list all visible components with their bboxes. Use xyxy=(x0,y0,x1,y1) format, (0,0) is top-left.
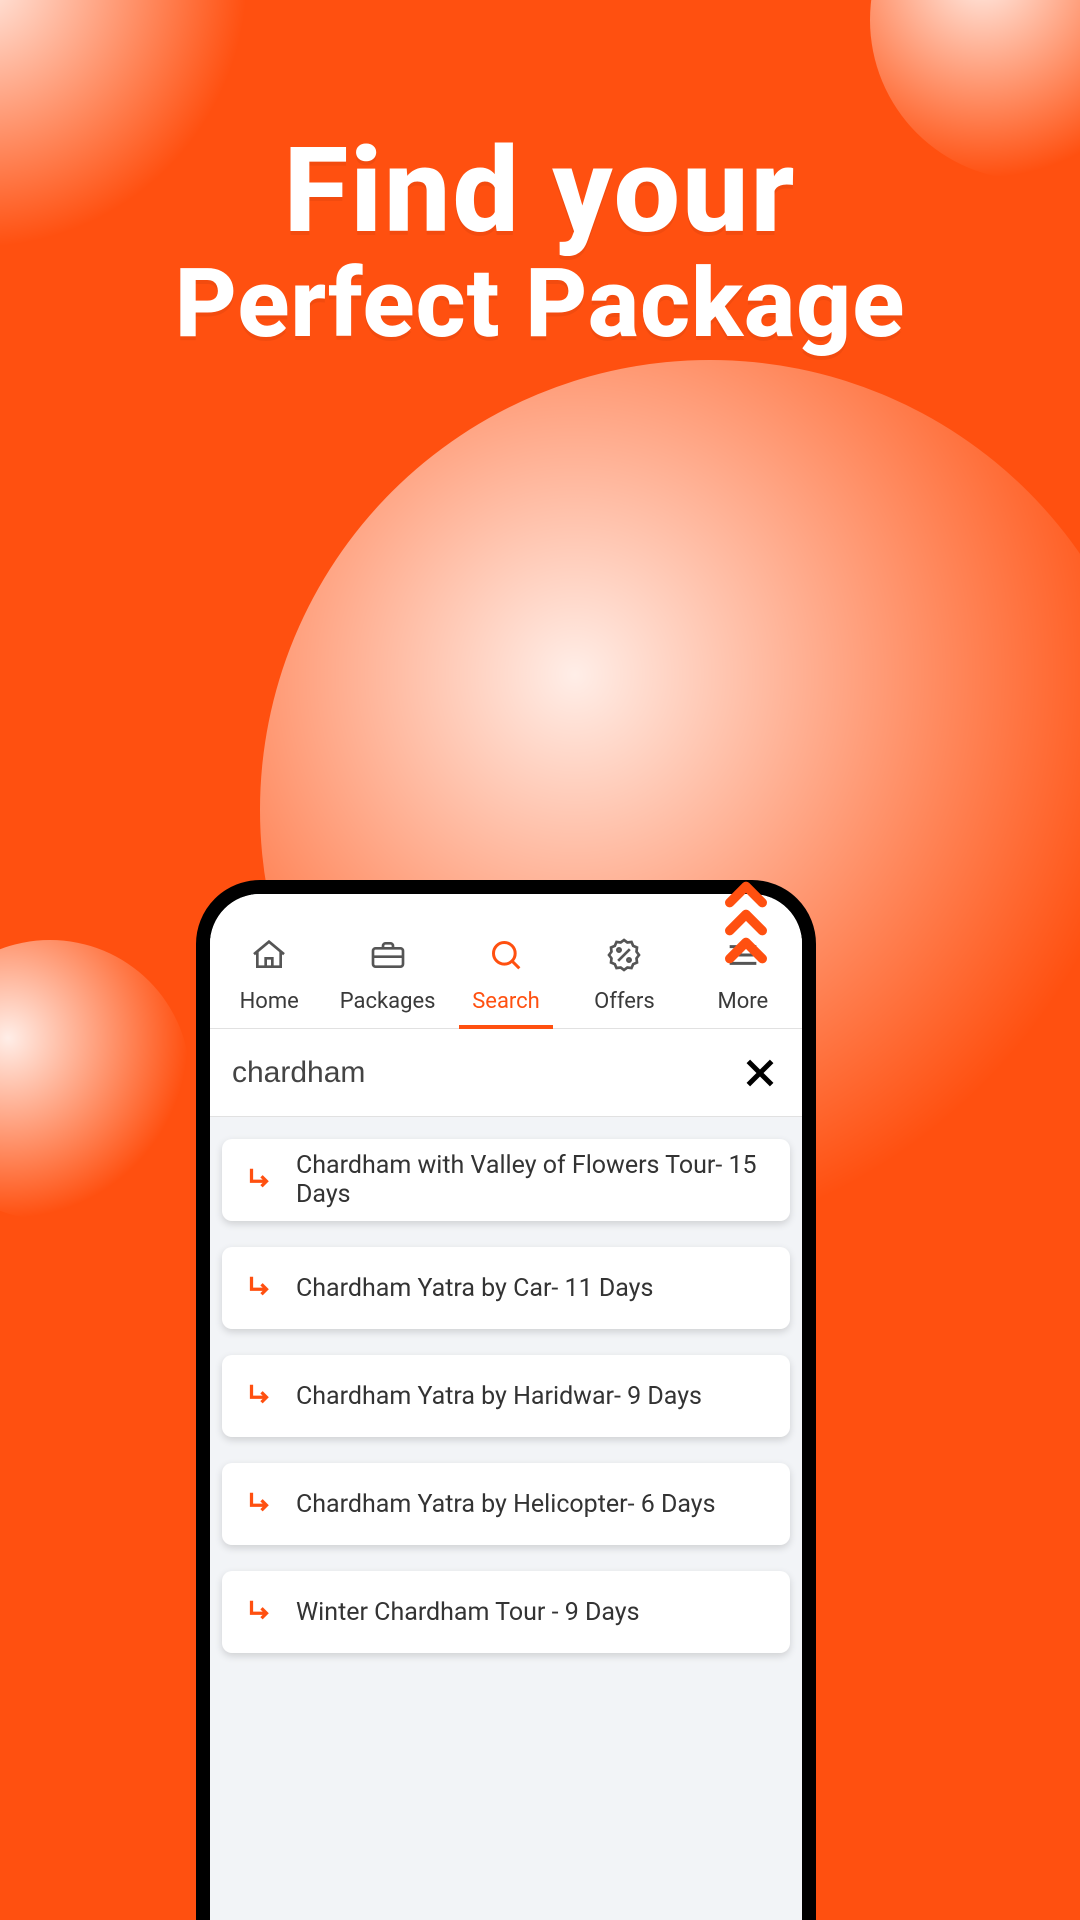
search-result-item[interactable]: Chardham Yatra by Haridwar- 9 Days xyxy=(222,1355,790,1437)
search-result-item[interactable]: Chardham with Valley of Flowers Tour- 15… xyxy=(222,1139,790,1221)
tab-label: Offers xyxy=(594,989,655,1014)
close-icon xyxy=(740,1053,780,1093)
result-arrow-icon xyxy=(244,1597,274,1627)
result-arrow-icon xyxy=(244,1273,274,1303)
result-arrow-icon xyxy=(244,1381,274,1411)
result-text: Chardham with Valley of Flowers Tour- 15… xyxy=(296,1151,768,1209)
tab-offers[interactable]: Offers xyxy=(565,935,683,1028)
result-text: Winter Chardham Tour - 9 Days xyxy=(296,1598,640,1627)
result-text: Chardham Yatra by Haridwar- 9 Days xyxy=(296,1382,702,1411)
search-result-item[interactable]: Chardham Yatra by Car- 11 Days xyxy=(222,1247,790,1329)
tab-label: Search xyxy=(472,989,540,1014)
result-arrow-icon xyxy=(244,1489,274,1519)
headline-line1: Find your xyxy=(0,130,1080,254)
search-results: Chardham with Valley of Flowers Tour- 15… xyxy=(210,1117,802,1653)
tab-search[interactable]: Search xyxy=(447,935,565,1028)
result-arrow-icon xyxy=(244,1165,274,1195)
scroll-up-button[interactable] xyxy=(718,870,774,986)
offers-icon xyxy=(604,935,644,979)
briefcase-icon xyxy=(368,935,408,979)
tab-label: Packages xyxy=(340,989,436,1014)
home-icon xyxy=(249,935,289,979)
phone-mockup: Home Packages Se xyxy=(196,880,816,1920)
tab-home[interactable]: Home xyxy=(210,935,328,1028)
search-row xyxy=(210,1029,802,1117)
tab-packages[interactable]: Packages xyxy=(328,935,446,1028)
tab-label: More xyxy=(717,989,768,1014)
result-text: Chardham Yatra by Helicopter- 6 Days xyxy=(296,1490,716,1519)
search-result-item[interactable]: Chardham Yatra by Helicopter- 6 Days xyxy=(222,1463,790,1545)
search-icon xyxy=(486,935,526,979)
search-result-item[interactable]: Winter Chardham Tour - 9 Days xyxy=(222,1571,790,1653)
result-text: Chardham Yatra by Car- 11 Days xyxy=(296,1274,653,1303)
top-tab-bar: Home Packages Se xyxy=(210,894,802,1029)
headline-line2: Perfect Package xyxy=(0,254,1080,355)
chevrons-up-icon xyxy=(718,870,774,982)
search-input[interactable] xyxy=(232,1056,740,1090)
tab-label: Home xyxy=(240,989,299,1014)
headline: Find your Perfect Package xyxy=(0,130,1080,355)
clear-search-button[interactable] xyxy=(740,1053,780,1093)
